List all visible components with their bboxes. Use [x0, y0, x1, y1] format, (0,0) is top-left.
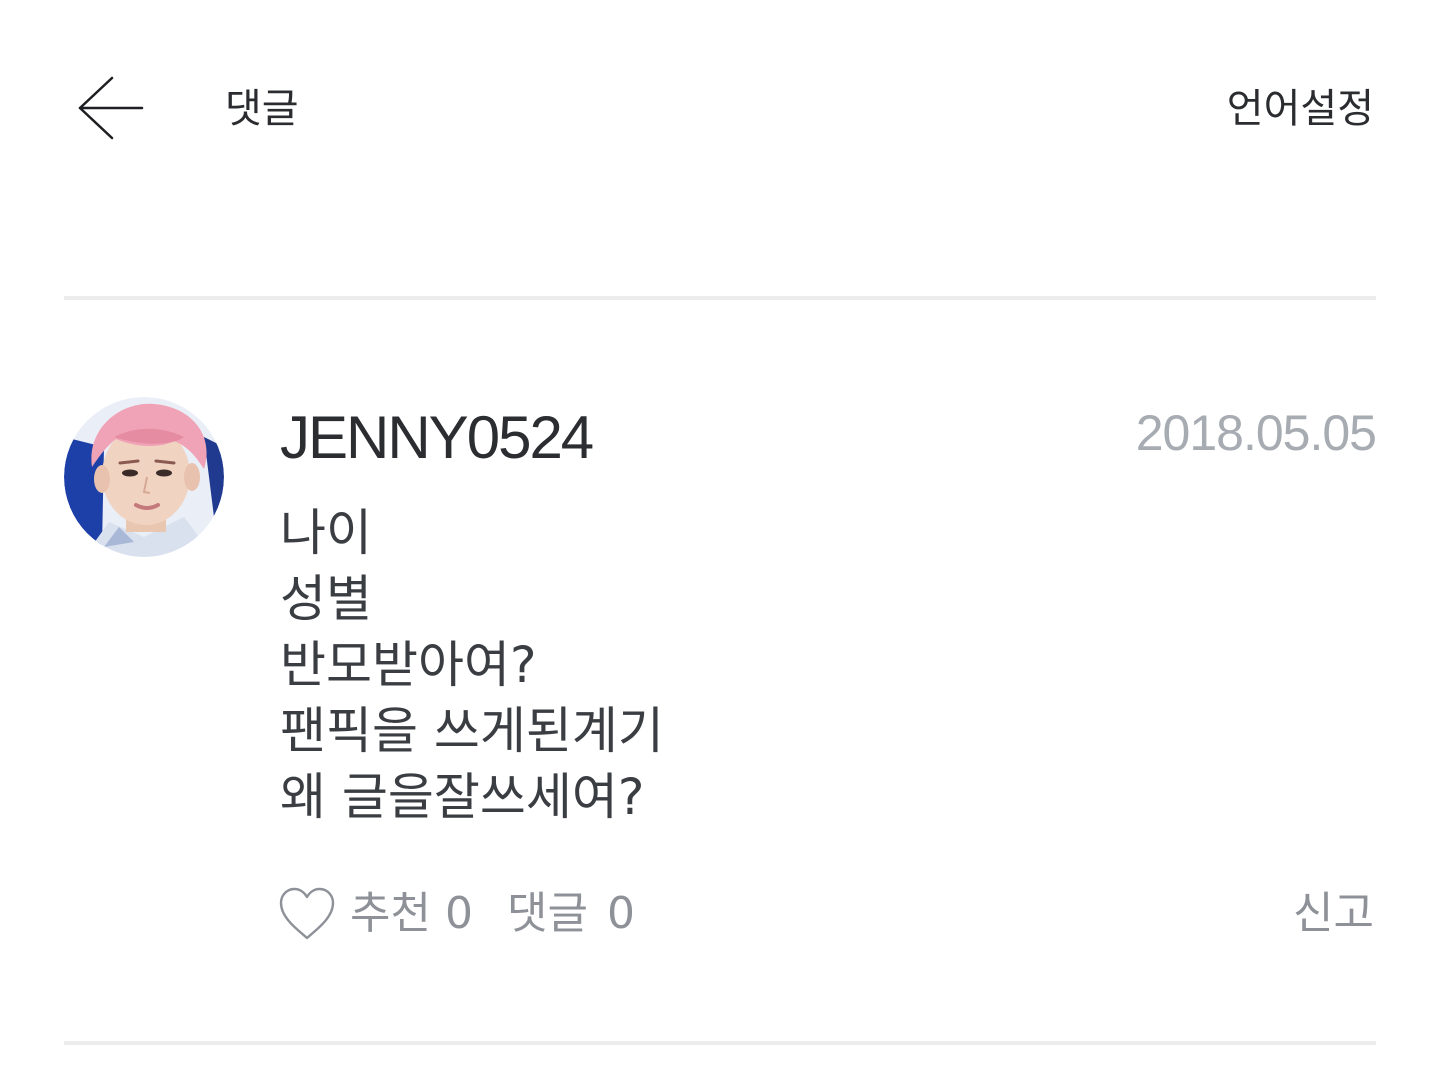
reply-label: 댓글: [506, 888, 588, 939]
page-title: 댓글: [225, 86, 299, 132]
avatar[interactable]: [64, 397, 224, 557]
reply-count: 0: [607, 888, 636, 939]
arrow-left-icon: [78, 76, 144, 140]
comment-line: 반모받아여?: [280, 636, 537, 694]
top-bar: 댓글 언어설정: [0, 0, 1440, 220]
divider: [64, 296, 1376, 300]
comment-date: 2018.05.05: [1135, 405, 1377, 461]
comment-line: 성별: [280, 570, 372, 628]
recommend-count: 0: [444, 888, 473, 939]
comment-body: 나이 성별 반모받아여? 팬픽을 쓰게된계기 왜 글을잘쓰세여?: [280, 500, 1280, 830]
comment-actions: 추천 0 댓글 0: [278, 884, 635, 944]
comment-line: 왜 글을잘쓰세여?: [280, 768, 645, 826]
back-button[interactable]: [70, 68, 150, 148]
recommend-button[interactable]: 추천 0: [278, 886, 473, 942]
comment-line: 나이: [280, 504, 372, 562]
heart-outline-icon: [279, 887, 335, 940]
user-avatar: [64, 397, 224, 557]
reply-button[interactable]: 댓글 0: [507, 886, 635, 942]
recommend-label: 추천: [350, 888, 431, 939]
comment-line: 팬픽을 쓰게된계기: [280, 702, 664, 760]
comment-username[interactable]: JENNY0524: [280, 405, 594, 471]
language-settings-button[interactable]: 언어설정: [1227, 85, 1374, 133]
divider: [64, 1041, 1376, 1045]
report-button[interactable]: 신고: [1293, 886, 1374, 942]
